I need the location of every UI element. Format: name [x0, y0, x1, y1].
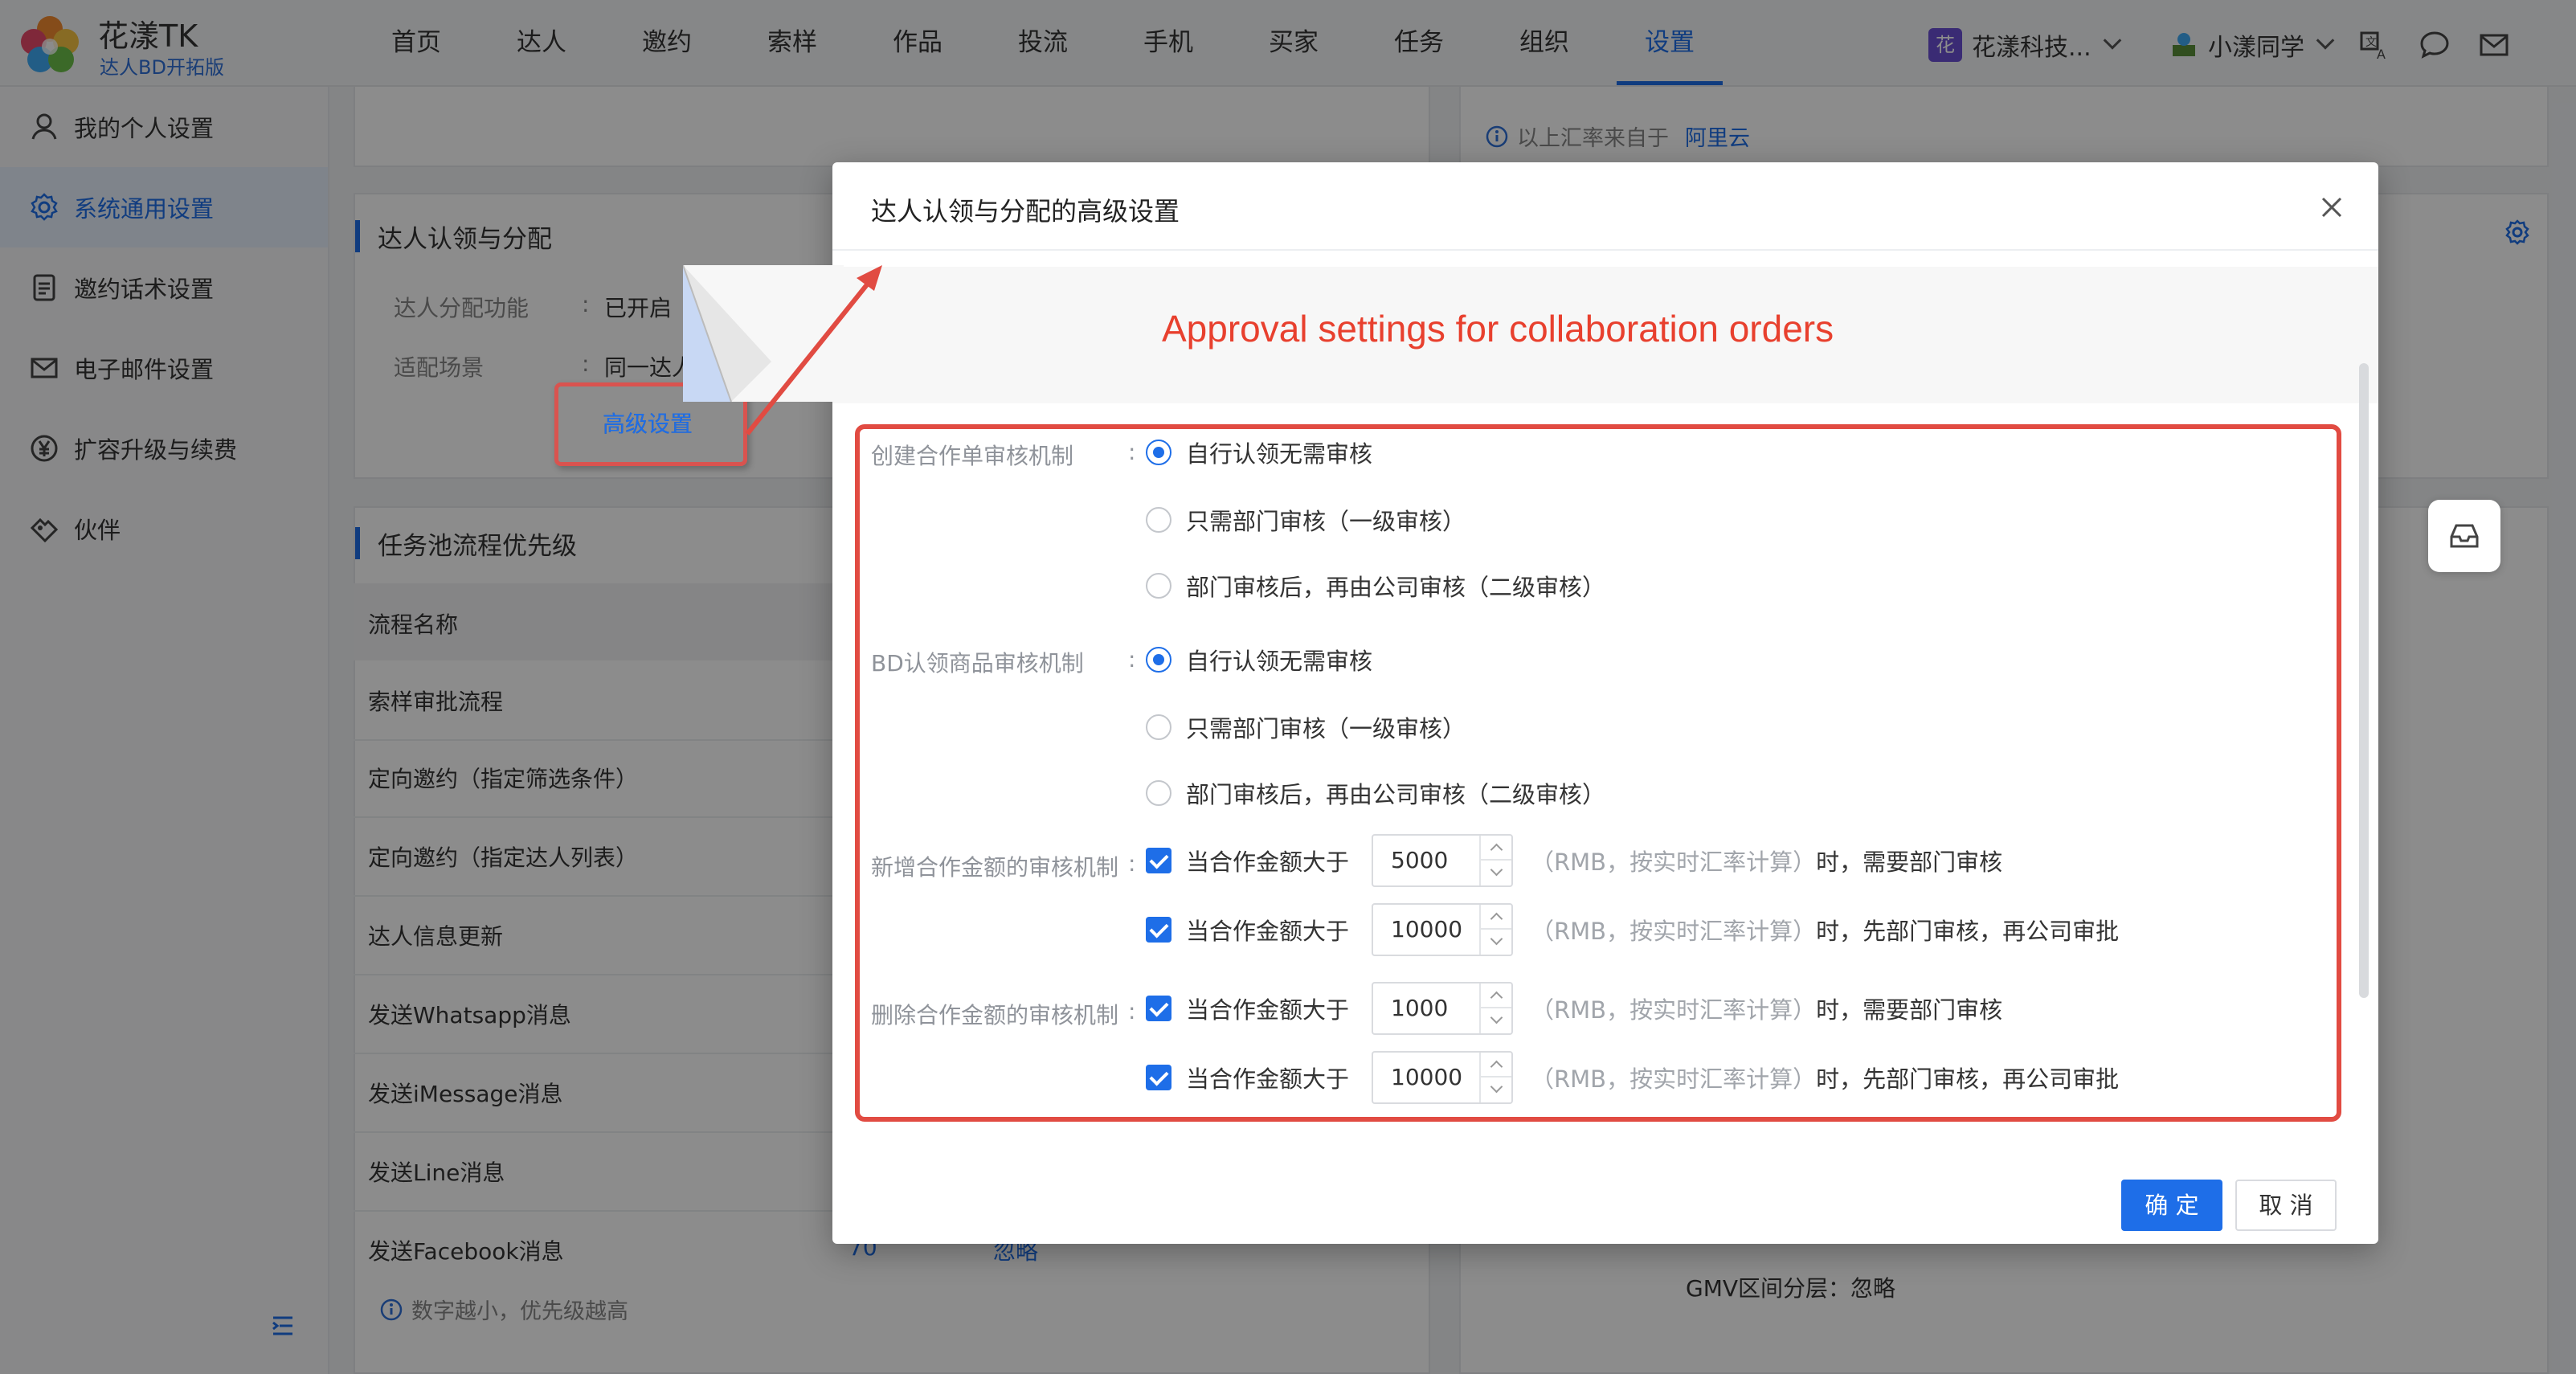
cancel-button[interactable]: 取 消: [2235, 1180, 2337, 1231]
dialog-divider: [832, 249, 2378, 251]
inbox-float-button[interactable]: [2428, 500, 2500, 572]
confirm-button[interactable]: 确 定: [2121, 1180, 2222, 1231]
inbox-icon: [2450, 524, 2479, 548]
dialog-title: 达人认领与分配的高级设置: [871, 196, 1180, 227]
close-icon[interactable]: [2319, 194, 2345, 220]
dialog-scrollbar[interactable]: [2359, 363, 2369, 998]
advanced-settings-link-highlighted[interactable]: 高级设置: [603, 407, 693, 439]
annotation-banner: Approval settings for collaboration orde…: [832, 267, 2378, 403]
page-peel-graphic: [683, 265, 844, 402]
advanced-settings-dialog: 达人认领与分配的高级设置 Approval settings for colla…: [832, 162, 2378, 1244]
annotation-highlight-box: [855, 424, 2341, 1122]
annotation-caption: Approval settings for collaboration orde…: [1162, 308, 1834, 350]
